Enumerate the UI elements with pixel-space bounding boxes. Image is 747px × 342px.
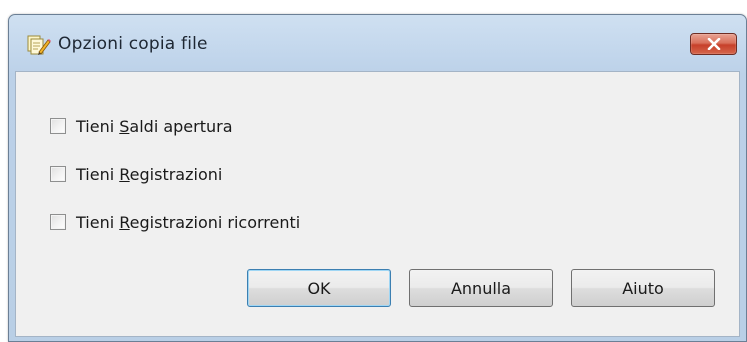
option-label-registrazioni-ricorrenti[interactable]: Tieni Registrazioni ricorrenti [76,213,300,232]
dialog-window: Opzioni copia file Tieni Saldi apertura … [8,14,747,342]
window-title: Opzioni copia file [58,34,208,54]
dialog-content: Tieni Saldi apertura Tieni Registrazioni… [15,71,740,337]
ok-button[interactable]: OK [247,269,391,307]
title-bar[interactable]: Opzioni copia file [9,15,746,71]
document-pencil-icon [27,34,51,56]
cancel-button[interactable]: Annulla [409,269,553,307]
option-registrazioni[interactable]: Tieni Registrazioni [50,164,222,184]
option-registrazioni-ricorrenti[interactable]: Tieni Registrazioni ricorrenti [50,212,300,232]
close-button[interactable] [690,33,737,55]
option-saldi-apertura[interactable]: Tieni Saldi apertura [50,116,233,136]
checkbox-registrazioni-ricorrenti[interactable] [50,214,66,230]
help-button[interactable]: Aiuto [571,269,715,307]
checkbox-saldi-apertura[interactable] [50,118,66,134]
checkbox-registrazioni[interactable] [50,166,66,182]
option-label-registrazioni[interactable]: Tieni Registrazioni [76,165,222,184]
close-icon [707,38,721,50]
option-label-saldi-apertura[interactable]: Tieni Saldi apertura [76,117,233,136]
